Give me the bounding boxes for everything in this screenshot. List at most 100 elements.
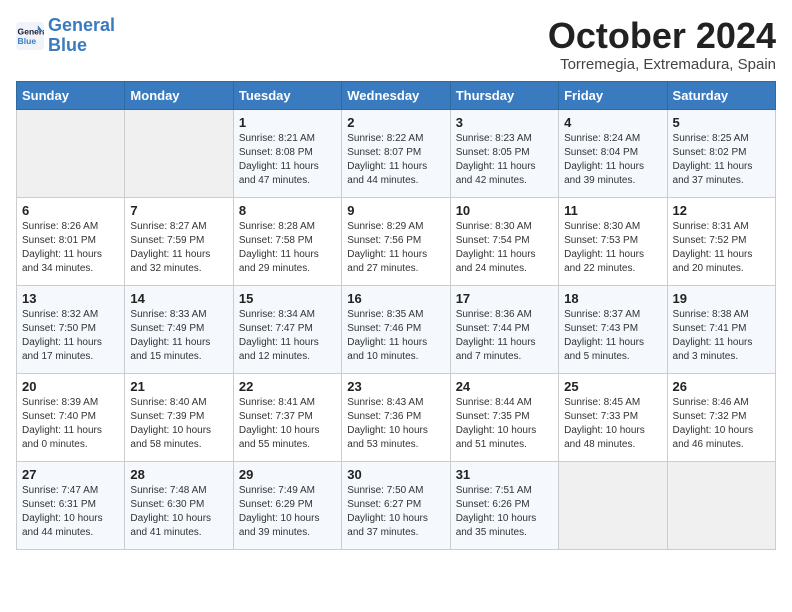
month-title: October 2024	[548, 16, 776, 56]
day-number: 10	[456, 203, 553, 218]
weekday-header-saturday: Saturday	[667, 81, 775, 109]
day-number: 12	[673, 203, 770, 218]
day-info: Sunrise: 8:30 AMSunset: 7:54 PMDaylight:…	[456, 220, 553, 276]
location-subtitle: Torremegia, Extremadura, Spain	[548, 56, 776, 73]
weekday-header-sunday: Sunday	[17, 81, 125, 109]
day-info: Sunrise: 7:51 AMSunset: 6:26 PMDaylight:…	[456, 484, 553, 540]
day-number: 19	[673, 291, 770, 306]
day-number: 27	[22, 467, 119, 482]
day-number: 5	[673, 115, 770, 130]
day-info: Sunrise: 8:21 AMSunset: 8:08 PMDaylight:…	[239, 132, 336, 188]
calendar-cell	[17, 109, 125, 197]
day-info: Sunrise: 8:31 AMSunset: 7:52 PMDaylight:…	[673, 220, 770, 276]
day-info: Sunrise: 8:29 AMSunset: 7:56 PMDaylight:…	[347, 220, 444, 276]
logo: General Blue GeneralBlue	[16, 16, 115, 56]
weekday-header-thursday: Thursday	[450, 81, 558, 109]
day-number: 28	[130, 467, 227, 482]
calendar-cell: 15 Sunrise: 8:34 AMSunset: 7:47 PMDayligh…	[233, 285, 341, 373]
calendar-cell: 27 Sunrise: 7:47 AMSunset: 6:31 PMDayligh…	[17, 461, 125, 549]
calendar-cell: 4Sunrise: 8:24 AMSunset: 8:04 PMDaylight…	[559, 109, 667, 197]
calendar-cell: 17 Sunrise: 8:36 AMSunset: 7:44 PMDayligh…	[450, 285, 558, 373]
day-number: 7	[130, 203, 227, 218]
day-info: Sunrise: 7:47 AMSunset: 6:31 PMDaylight:…	[22, 484, 119, 540]
calendar-cell: 21 Sunrise: 8:40 AMSunset: 7:39 PMDayligh…	[125, 373, 233, 461]
day-number: 11	[564, 203, 661, 218]
day-info: Sunrise: 8:26 AMSunset: 8:01 PMDaylight:…	[22, 220, 119, 276]
day-info: Sunrise: 8:32 AMSunset: 7:50 PMDaylight:…	[22, 308, 119, 364]
calendar-cell: 14 Sunrise: 8:33 AMSunset: 7:49 PMDayligh…	[125, 285, 233, 373]
day-number: 26	[673, 379, 770, 394]
calendar-cell: 20Sunrise: 8:39 AMSunset: 7:40 PMDayligh…	[17, 373, 125, 461]
day-number: 29	[239, 467, 336, 482]
day-info: Sunrise: 8:27 AMSunset: 7:59 PMDaylight:…	[130, 220, 227, 276]
page-header: General Blue GeneralBlue October 2024 To…	[16, 16, 776, 73]
day-info: Sunrise: 8:25 AMSunset: 8:02 PMDaylight:…	[673, 132, 770, 188]
calendar-cell: 3 Sunrise: 8:23 AMSunset: 8:05 PMDaylight…	[450, 109, 558, 197]
day-number: 9	[347, 203, 444, 218]
calendar-cell: 16 Sunrise: 8:35 AMSunset: 7:46 PMDayligh…	[342, 285, 450, 373]
day-number: 14	[130, 291, 227, 306]
calendar-cell: 23 Sunrise: 8:43 AMSunset: 7:36 PMDayligh…	[342, 373, 450, 461]
day-info: Sunrise: 7:49 AMSunset: 6:29 PMDaylight:…	[239, 484, 336, 540]
logo-text: GeneralBlue	[48, 16, 115, 56]
day-info: Sunrise: 8:23 AMSunset: 8:05 PMDaylight:…	[456, 132, 553, 188]
logo-icon: General Blue	[16, 22, 44, 50]
calendar-cell: 10 Sunrise: 8:30 AMSunset: 7:54 PMDayligh…	[450, 197, 558, 285]
calendar-cell: 19 Sunrise: 8:38 AMSunset: 7:41 PMDayligh…	[667, 285, 775, 373]
day-info: Sunrise: 8:33 AMSunset: 7:49 PMDaylight:…	[130, 308, 227, 364]
calendar-cell: 18 Sunrise: 8:37 AMSunset: 7:43 PMDayligh…	[559, 285, 667, 373]
day-number: 17	[456, 291, 553, 306]
calendar-cell: 26 Sunrise: 8:46 AMSunset: 7:32 PMDayligh…	[667, 373, 775, 461]
day-info: Sunrise: 8:43 AMSunset: 7:36 PMDaylight:…	[347, 396, 444, 452]
svg-text:Blue: Blue	[18, 36, 37, 46]
calendar-cell: 29 Sunrise: 7:49 AMSunset: 6:29 PMDayligh…	[233, 461, 341, 549]
day-number: 30	[347, 467, 444, 482]
calendar-cell: 13 Sunrise: 8:32 AMSunset: 7:50 PMDayligh…	[17, 285, 125, 373]
day-number: 6	[22, 203, 119, 218]
day-info: Sunrise: 8:46 AMSunset: 7:32 PMDaylight:…	[673, 396, 770, 452]
day-number: 23	[347, 379, 444, 394]
calendar-cell: 28 Sunrise: 7:48 AMSunset: 6:30 PMDayligh…	[125, 461, 233, 549]
day-number: 1	[239, 115, 336, 130]
title-block: October 2024 Torremegia, Extremadura, Sp…	[548, 16, 776, 73]
calendar-cell: 12 Sunrise: 8:31 AMSunset: 7:52 PMDayligh…	[667, 197, 775, 285]
day-info: Sunrise: 8:22 AMSunset: 8:07 PMDaylight:…	[347, 132, 444, 188]
day-info: Sunrise: 8:37 AMSunset: 7:43 PMDaylight:…	[564, 308, 661, 364]
day-info: Sunrise: 8:34 AMSunset: 7:47 PMDaylight:…	[239, 308, 336, 364]
day-number: 4	[564, 115, 661, 130]
day-number: 21	[130, 379, 227, 394]
calendar-cell: 6 Sunrise: 8:26 AMSunset: 8:01 PMDaylight…	[17, 197, 125, 285]
calendar-cell: 2 Sunrise: 8:22 AMSunset: 8:07 PMDaylight…	[342, 109, 450, 197]
calendar-cell: 30 Sunrise: 7:50 AMSunset: 6:27 PMDayligh…	[342, 461, 450, 549]
calendar-cell	[125, 109, 233, 197]
calendar-cell: 1 Sunrise: 8:21 AMSunset: 8:08 PMDaylight…	[233, 109, 341, 197]
day-number: 25	[564, 379, 661, 394]
day-info: Sunrise: 8:30 AMSunset: 7:53 PMDaylight:…	[564, 220, 661, 276]
day-info: Sunrise: 8:35 AMSunset: 7:46 PMDaylight:…	[347, 308, 444, 364]
day-number: 22	[239, 379, 336, 394]
day-number: 2	[347, 115, 444, 130]
calendar-cell	[667, 461, 775, 549]
day-number: 16	[347, 291, 444, 306]
calendar-table: SundayMondayTuesdayWednesdayThursdayFrid…	[16, 81, 776, 550]
day-info: Sunrise: 8:40 AMSunset: 7:39 PMDaylight:…	[130, 396, 227, 452]
day-info: Sunrise: 8:28 AMSunset: 7:58 PMDaylight:…	[239, 220, 336, 276]
day-number: 18	[564, 291, 661, 306]
day-info: Sunrise: 7:48 AMSunset: 6:30 PMDaylight:…	[130, 484, 227, 540]
day-number: 3	[456, 115, 553, 130]
day-info: Sunrise: 8:36 AMSunset: 7:44 PMDaylight:…	[456, 308, 553, 364]
calendar-header: SundayMondayTuesdayWednesdayThursdayFrid…	[17, 81, 776, 109]
calendar-cell: 25 Sunrise: 8:45 AMSunset: 7:33 PMDayligh…	[559, 373, 667, 461]
day-number: 20	[22, 379, 119, 394]
calendar-cell: 8Sunrise: 8:28 AMSunset: 7:58 PMDaylight…	[233, 197, 341, 285]
day-number: 31	[456, 467, 553, 482]
day-info: Sunrise: 8:38 AMSunset: 7:41 PMDaylight:…	[673, 308, 770, 364]
day-info: Sunrise: 8:45 AMSunset: 7:33 PMDaylight:…	[564, 396, 661, 452]
day-info: Sunrise: 7:50 AMSunset: 6:27 PMDaylight:…	[347, 484, 444, 540]
weekday-header-friday: Friday	[559, 81, 667, 109]
day-number: 13	[22, 291, 119, 306]
calendar-cell	[559, 461, 667, 549]
weekday-header-wednesday: Wednesday	[342, 81, 450, 109]
day-info: Sunrise: 8:41 AMSunset: 7:37 PMDaylight:…	[239, 396, 336, 452]
day-number: 15	[239, 291, 336, 306]
